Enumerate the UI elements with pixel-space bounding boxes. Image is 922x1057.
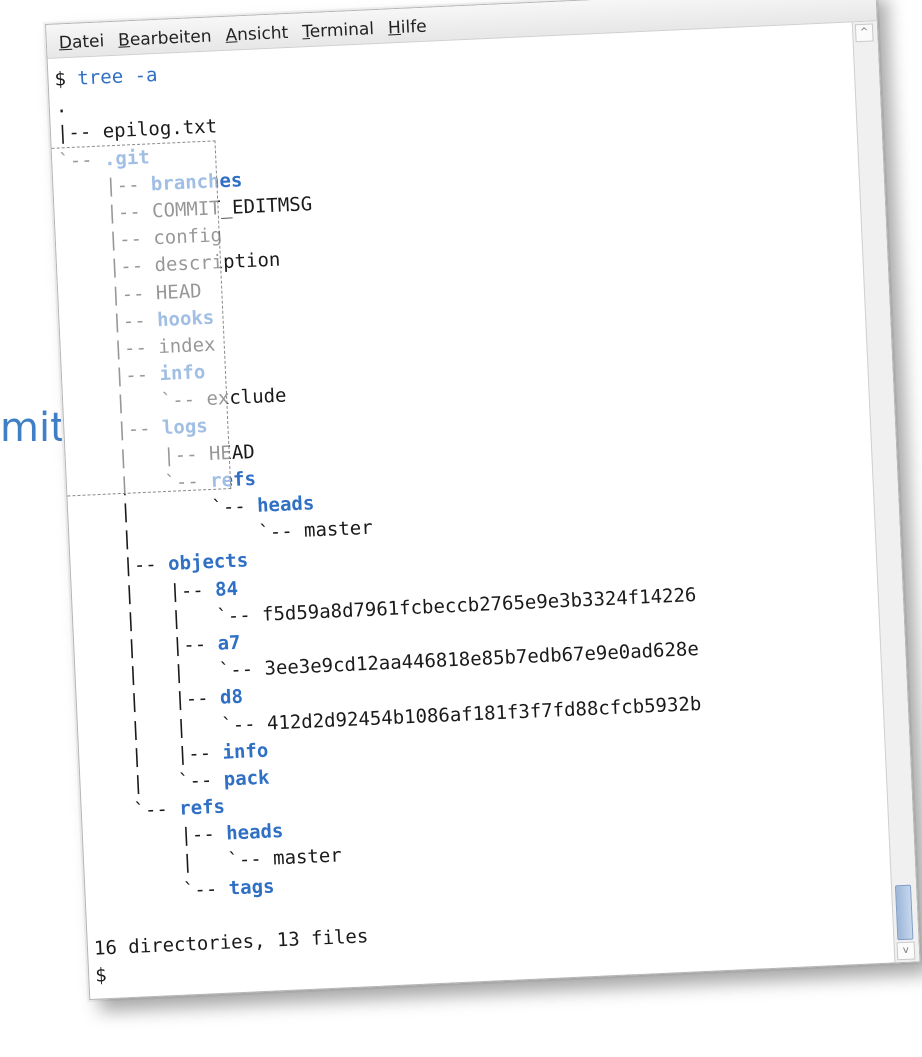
tree-directory-name: 84 xyxy=(214,577,239,601)
scroll-down-arrow-icon[interactable]: v xyxy=(896,941,916,961)
tree-directory-name: refs xyxy=(209,467,257,492)
tree-directory-name: a7 xyxy=(217,631,241,655)
tree-branch: `-- xyxy=(91,877,230,906)
tree-directory-name: info xyxy=(222,739,269,764)
tree-branch: `-- xyxy=(57,148,105,173)
tree-branch: | `-- xyxy=(89,847,274,879)
tree-directory-name: branches xyxy=(150,168,243,196)
tree-file-name: description xyxy=(154,248,281,277)
menu-bearbeiten[interactable]: Bearbeiten xyxy=(118,26,212,50)
tree-file-name: epilog.txt xyxy=(102,115,218,143)
tree-branch: |-- xyxy=(88,822,227,852)
tree-branch: |-- xyxy=(62,254,156,281)
tree-branch: |-- xyxy=(56,120,104,145)
menu-hilfe[interactable]: Hilfe xyxy=(388,17,428,39)
terminal-window: Datei Bearbeiten Ansicht Terminal Hilfe … xyxy=(45,0,921,1000)
tree-file-name: master xyxy=(303,516,374,542)
menu-datei-rest: atei xyxy=(71,31,105,53)
tree-directory-name: logs xyxy=(161,415,209,440)
menu-datei[interactable]: Datei xyxy=(58,31,104,53)
scroll-up-arrow-icon[interactable]: ^ xyxy=(854,23,874,43)
tree-file-name: master xyxy=(272,844,343,870)
partial-word-text: mit xyxy=(0,405,66,451)
tree-directory-name: info xyxy=(159,361,206,386)
tree-branch: | `-- xyxy=(72,469,211,499)
menu-hilfe-rest: ilfe xyxy=(400,16,428,38)
tree-directory-name: refs xyxy=(178,795,226,820)
tree-branch: | `-- xyxy=(86,768,225,797)
menu-terminal[interactable]: Terminal xyxy=(302,19,375,42)
tree-file-name: index xyxy=(157,333,216,359)
tree-file-name: exclude xyxy=(205,384,287,411)
tree-directory-name: tags xyxy=(228,875,275,900)
tree-directory-name: pack xyxy=(223,766,270,791)
tree-file-name: config xyxy=(152,224,223,250)
tree-directory-name: heads xyxy=(225,820,284,845)
tree-branch: | |-- xyxy=(77,578,216,607)
tree-branch: |-- xyxy=(70,417,163,444)
tree-directory-name: objects xyxy=(167,549,249,576)
tree-file-name: COMMIT_EDITMSG xyxy=(151,193,313,223)
scroll-thumb[interactable] xyxy=(894,884,914,941)
tree-branch: |-- xyxy=(58,173,152,200)
tree-branch: . xyxy=(55,95,68,118)
menu-datei-accel: D xyxy=(58,32,73,54)
tree-branch: |-- xyxy=(63,281,157,308)
tree-file-name: HEAD xyxy=(155,279,203,304)
menu-ansicht[interactable]: Ansicht xyxy=(225,23,289,46)
tree-branch: | |-- xyxy=(84,741,224,770)
tree-directory-name: d8 xyxy=(219,686,244,710)
menu-bearbeiten-accel: B xyxy=(117,30,131,51)
command-name: tree xyxy=(76,65,124,90)
tree-branch: | |-- xyxy=(82,687,221,716)
tree-branch: `-- xyxy=(87,797,180,824)
menu-terminal-rest: erminal xyxy=(309,19,375,42)
tree-directory-name: heads xyxy=(256,492,315,517)
tree-file-name: HEAD xyxy=(208,440,256,465)
tree-branch: |-- xyxy=(65,308,158,336)
terminal-output[interactable]: $ tree -a . |-- epilog.txt `-- .git |-- br… xyxy=(48,22,894,999)
command-argument: -a xyxy=(122,63,158,88)
tree-branch: |-- xyxy=(66,336,159,363)
tree-branch: $ xyxy=(94,964,108,987)
tree-branch: | |-- xyxy=(79,632,219,661)
menu-ansicht-rest: nsicht xyxy=(236,22,289,46)
tree-branch: |-- xyxy=(61,227,154,254)
tree-branch: | |-- xyxy=(71,442,210,471)
tree-branch: |-- xyxy=(60,200,153,227)
tree-directory-name: .git xyxy=(103,145,151,171)
tree-branch: | `-- xyxy=(68,388,207,417)
tree-branch: |-- xyxy=(67,363,161,390)
prompt: $ xyxy=(54,67,78,91)
tree-branch: |-- xyxy=(76,553,169,580)
menu-bearbeiten-rest: earbeiten xyxy=(129,26,212,51)
tree-directory-name: hooks xyxy=(156,306,215,331)
menu-hilfe-accel: H xyxy=(387,17,402,39)
